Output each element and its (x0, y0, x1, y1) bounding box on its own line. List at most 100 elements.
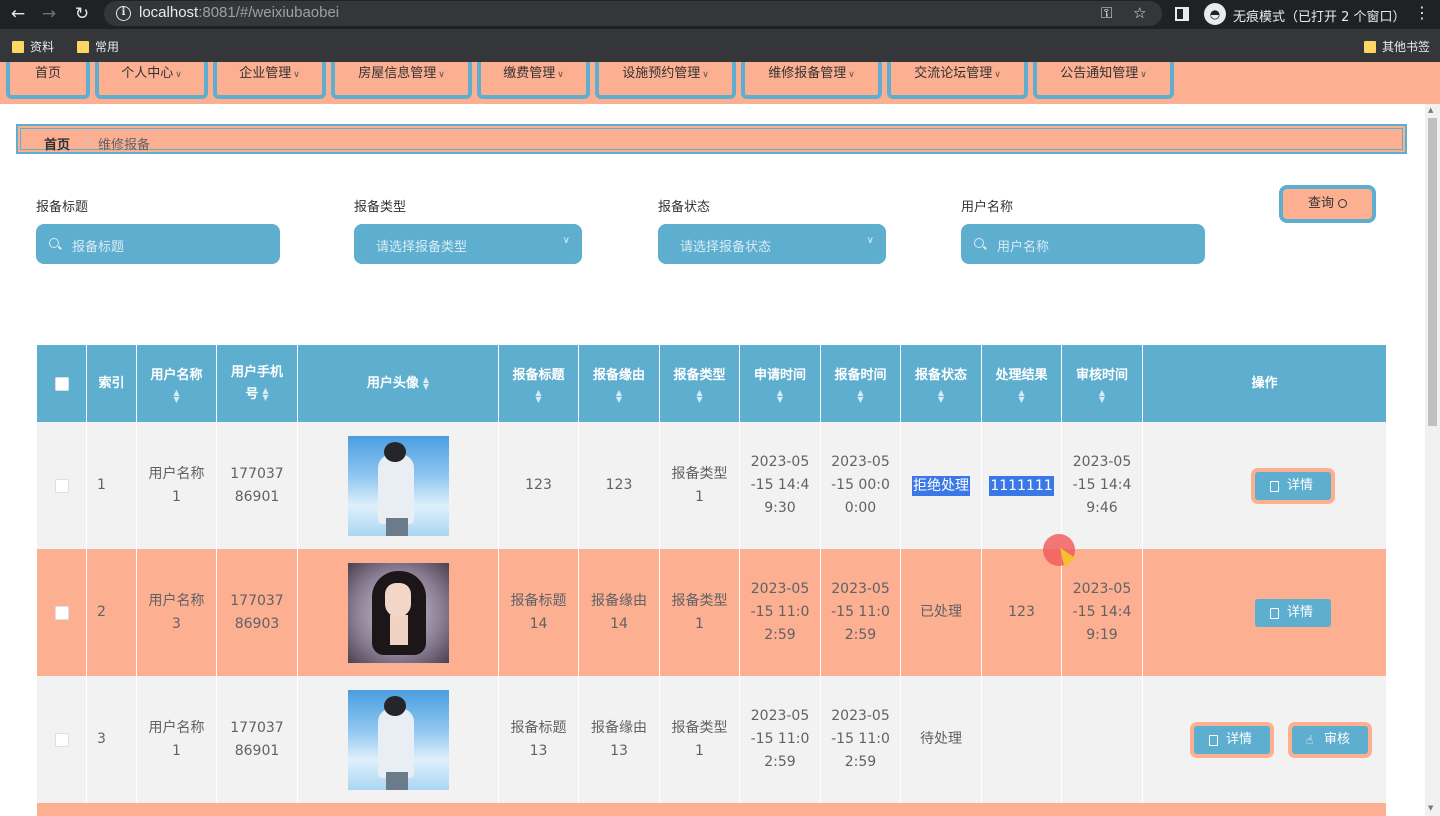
browser-menu-icon[interactable]: ⋮ (1414, 3, 1430, 22)
key-icon[interactable]: ⚿ (1101, 4, 1112, 22)
detail-button[interactable]: 详情 (1255, 598, 1331, 627)
reload-icon[interactable]: ↻ (71, 3, 93, 25)
cell-review-time: 2023-05-15 14:49:46 (1062, 422, 1143, 549)
bookmark-folder-1[interactable]: 资料 (12, 38, 54, 55)
col-phone[interactable]: 用户手机号 ▲ ▼ (217, 345, 298, 422)
other-bookmarks[interactable]: 其他书签 (1364, 38, 1430, 55)
bookmark-star-icon[interactable]: ☆ (1133, 4, 1146, 22)
detail-button[interactable]: 详情 (1194, 725, 1270, 754)
col-apply-time[interactable]: 申请时间 ▲ ▼ (740, 345, 821, 422)
nav-item-home[interactable]: 首页 (6, 62, 90, 99)
col-review-time[interactable]: 审核时间 ▲ ▼ (1062, 345, 1143, 422)
nav-item-personal-center[interactable]: 个人中心 ∨ (95, 62, 208, 99)
col-title[interactable]: 报备标题 ▲ ▼ (499, 345, 579, 422)
cell-actions: 详情 (1143, 422, 1386, 549)
detail-button[interactable]: 详情 (1255, 471, 1331, 500)
col-report-time[interactable]: 报备时间 ▲ ▼ (821, 345, 901, 422)
sort-caret-icon[interactable]: ▲ ▼ (423, 376, 429, 391)
cell-status: 待处理 (901, 676, 982, 803)
nav-item-housing[interactable]: 房屋信息管理 ∨ (331, 62, 472, 99)
query-button[interactable]: 查询 (1279, 185, 1376, 223)
user-avatar-image[interactable] (347, 562, 449, 663)
sort-caret-icon[interactable]: ▲ ▼ (150, 388, 202, 403)
nav-item-facility-booking[interactable]: 设施预约管理 ∨ (595, 62, 736, 99)
title-filter-label: 报备标题 (36, 200, 89, 215)
address-bar[interactable]: i localhost:8081/#/weixiubaobei ⚿ ☆ (104, 1, 1162, 26)
cell-reason: 123 (579, 422, 660, 549)
bookmark-folder-2[interactable]: 常用 (77, 38, 119, 55)
document-icon (1209, 734, 1218, 746)
row-select-cell (37, 422, 87, 549)
cell-actions: 详情 ☝ 审核 (1143, 676, 1386, 803)
bookmarks-bar: 资料 常用 其他书签 (0, 29, 1440, 62)
title-search-input[interactable]: 报备标题 (36, 224, 280, 264)
sort-caret-icon[interactable]: ▲ ▼ (834, 388, 886, 403)
col-avatar[interactable]: 用户头像 ▲ ▼ (298, 345, 499, 422)
page-scrollbar[interactable]: ▲ ▼ (1425, 104, 1440, 816)
sort-caret-icon[interactable]: ▲ ▼ (512, 388, 564, 403)
folder-icon (1364, 40, 1376, 53)
table-row: 3 用户名称1 17703786901 报备标题13 报备缘由13 报备类型1 … (37, 676, 1386, 803)
col-reason[interactable]: 报备缘由 ▲ ▼ (579, 345, 660, 422)
incognito-label[interactable]: 无痕模式（已打开 2 个窗口） (1233, 6, 1406, 25)
cell-username: 用户名称1 (137, 422, 217, 549)
side-panel-icon[interactable] (1175, 7, 1189, 21)
chevron-down-icon: ∨ (293, 70, 300, 80)
site-info-icon[interactable]: i (116, 6, 131, 21)
sort-caret-icon[interactable]: ▲ ▼ (1076, 388, 1128, 403)
row-checkbox[interactable] (54, 478, 69, 493)
col-type[interactable]: 报备类型 ▲ ▼ (660, 345, 740, 422)
browser-toolbar: ← → ↻ i localhost:8081/#/weixiubaobei ⚿ … (0, 0, 1440, 29)
cell-index: 3 (87, 676, 137, 803)
col-username[interactable]: 用户名称 ▲ ▼ (137, 345, 217, 422)
sort-caret-icon[interactable]: ▲ ▼ (673, 388, 725, 403)
type-select[interactable]: 请选择报备类型 ∨ (354, 224, 582, 264)
cell-phone: 17703786903 (217, 549, 298, 676)
chevron-down-icon: ∨ (557, 70, 564, 80)
breadcrumb-current: 维修报备 (98, 138, 151, 153)
incognito-icon[interactable]: ◓ (1204, 3, 1226, 25)
cell-review-time: 2023-05-15 14:49:19 (1062, 549, 1143, 676)
back-arrow-icon[interactable]: ← (7, 3, 29, 25)
cell-report-time: 2023-05-15 11:02:59 (821, 549, 901, 676)
sort-caret-icon[interactable]: ▲ ▼ (915, 388, 967, 403)
review-button[interactable]: ☝ 审核 (1292, 725, 1368, 754)
sort-caret-icon[interactable]: ▲ ▼ (262, 387, 268, 402)
folder-icon (12, 40, 24, 53)
forward-arrow-icon[interactable]: → (38, 3, 60, 25)
nav-item-enterprise[interactable]: 企业管理 ∨ (213, 62, 326, 99)
cell-result (982, 676, 1062, 803)
select-all-checkbox[interactable] (54, 376, 69, 391)
status-select[interactable]: 请选择报备状态 ∨ (658, 224, 886, 264)
sort-caret-icon[interactable]: ▲ ▼ (995, 388, 1047, 403)
scroll-up-icon[interactable]: ▲ (1428, 106, 1433, 114)
sort-caret-icon[interactable]: ▲ ▼ (593, 388, 645, 403)
cell-type: 报备类型1 (660, 422, 740, 549)
nav-item-forum[interactable]: 交流论坛管理 ∨ (887, 62, 1028, 99)
breadcrumb-home[interactable]: 首页 (44, 134, 70, 153)
cell-title: 报备标题13 (499, 676, 579, 803)
col-result[interactable]: 处理结果 ▲ ▼ (982, 345, 1062, 422)
chevron-down-icon: ∨ (994, 70, 1001, 80)
cell-title: 报备标题14 (499, 549, 579, 676)
nav-item-repair-report[interactable]: 维修报备管理 ∨ (741, 62, 882, 99)
user-avatar-image[interactable] (347, 435, 449, 536)
nav-item-payment[interactable]: 缴费管理 ∨ (477, 62, 590, 99)
url-text[interactable]: localhost:8081/#/weixiubaobei (139, 4, 339, 21)
user-avatar-image[interactable] (347, 689, 449, 790)
cell-avatar (298, 422, 499, 549)
sort-caret-icon[interactable]: ▲ ▼ (754, 388, 806, 403)
cell-phone: 17703786901 (217, 676, 298, 803)
col-actions: 操作 (1251, 375, 1278, 391)
document-icon (1270, 607, 1279, 619)
row-checkbox[interactable] (54, 605, 69, 620)
col-status[interactable]: 报备状态 ▲ ▼ (901, 345, 982, 422)
cell-username: 用户名称1 (137, 676, 217, 803)
username-search-input[interactable]: 用户名称 (961, 224, 1205, 264)
row-checkbox[interactable] (54, 732, 69, 747)
scroll-down-icon[interactable]: ▼ (1428, 804, 1433, 812)
table-row: 2 用户名称3 17703786903 报备标题14 报备缘由14 报备类型1 … (37, 549, 1386, 676)
nav-item-announcements[interactable]: 公告通知管理 ∨ (1033, 62, 1174, 99)
scrollbar-thumb[interactable] (1428, 118, 1437, 426)
search-icon (974, 238, 984, 248)
